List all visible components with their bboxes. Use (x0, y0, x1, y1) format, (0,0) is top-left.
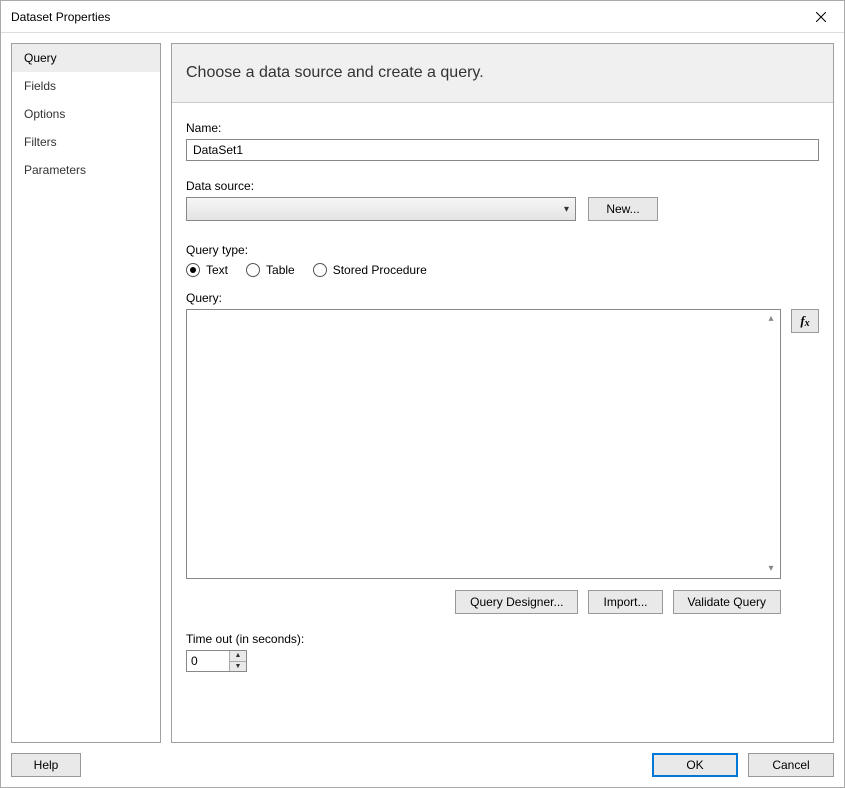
query-designer-button[interactable]: Query Designer... (455, 590, 578, 614)
sidebar-item-options[interactable]: Options (12, 100, 160, 128)
radio-table[interactable]: Table (246, 263, 295, 277)
button-label: OK (686, 758, 703, 772)
button-label: Query Designer... (470, 595, 563, 609)
button-label: New... (606, 202, 639, 216)
main-content: Name: Data source: ▾ New... Query type: (172, 103, 833, 742)
sidebar: Query Fields Options Filters Parameters (11, 43, 161, 743)
timeout-label: Time out (in seconds): (186, 632, 819, 646)
datasource-label: Data source: (186, 179, 819, 193)
cancel-button[interactable]: Cancel (748, 753, 834, 777)
radio-label: Stored Procedure (333, 263, 427, 277)
validate-query-button[interactable]: Validate Query (673, 590, 782, 614)
spinner-down-button[interactable]: ▼ (230, 662, 246, 672)
name-label: Name: (186, 121, 819, 135)
sidebar-item-filters[interactable]: Filters (12, 128, 160, 156)
radio-icon (186, 263, 200, 277)
help-button[interactable]: Help (11, 753, 81, 777)
datasource-dropdown[interactable]: ▾ (186, 197, 576, 221)
dialog-window: Dataset Properties Query Fields Options … (0, 0, 845, 788)
new-datasource-button[interactable]: New... (588, 197, 658, 221)
query-textarea[interactable] (186, 309, 781, 579)
sidebar-item-label: Fields (24, 79, 56, 93)
button-label: Import... (603, 595, 647, 609)
chevron-down-icon: ▾ (564, 204, 569, 215)
fx-icon-sub: x (805, 318, 810, 329)
radio-icon (246, 263, 260, 277)
dialog-body: Query Fields Options Filters Parameters … (1, 33, 844, 743)
window-title: Dataset Properties (11, 10, 798, 24)
querytype-radio-group: Text Table Stored Procedure (186, 263, 819, 277)
query-label: Query: (186, 291, 819, 305)
triangle-up-icon: ▲ (235, 652, 242, 659)
sidebar-item-fields[interactable]: Fields (12, 72, 160, 100)
timeout-input[interactable] (187, 651, 229, 671)
close-button[interactable] (798, 1, 844, 32)
name-input[interactable] (186, 139, 819, 161)
sidebar-item-label: Options (24, 107, 65, 121)
sidebar-item-label: Parameters (24, 163, 86, 177)
spinner-up-button[interactable]: ▲ (230, 651, 246, 662)
expression-button[interactable]: fx (791, 309, 819, 333)
triangle-down-icon: ▼ (235, 663, 242, 670)
button-label: Help (34, 758, 59, 772)
sidebar-item-parameters[interactable]: Parameters (12, 156, 160, 184)
querytype-label: Query type: (186, 243, 819, 257)
sidebar-item-label: Filters (24, 135, 57, 149)
button-label: Validate Query (688, 595, 767, 609)
radio-label: Text (206, 263, 228, 277)
titlebar: Dataset Properties (1, 1, 844, 33)
dialog-footer: Help OK Cancel (1, 743, 844, 787)
radio-icon (313, 263, 327, 277)
sidebar-item-query[interactable]: Query (12, 44, 160, 72)
radio-text[interactable]: Text (186, 263, 228, 277)
ok-button[interactable]: OK (652, 753, 738, 777)
close-icon (816, 12, 826, 22)
import-button[interactable]: Import... (588, 590, 662, 614)
timeout-spinner: ▲ ▼ (186, 650, 247, 672)
button-label: Cancel (772, 758, 809, 772)
radio-label: Table (266, 263, 295, 277)
radio-stored-procedure[interactable]: Stored Procedure (313, 263, 427, 277)
page-heading: Choose a data source and create a query. (172, 44, 833, 103)
main-panel: Choose a data source and create a query.… (171, 43, 834, 743)
sidebar-item-label: Query (24, 51, 57, 65)
